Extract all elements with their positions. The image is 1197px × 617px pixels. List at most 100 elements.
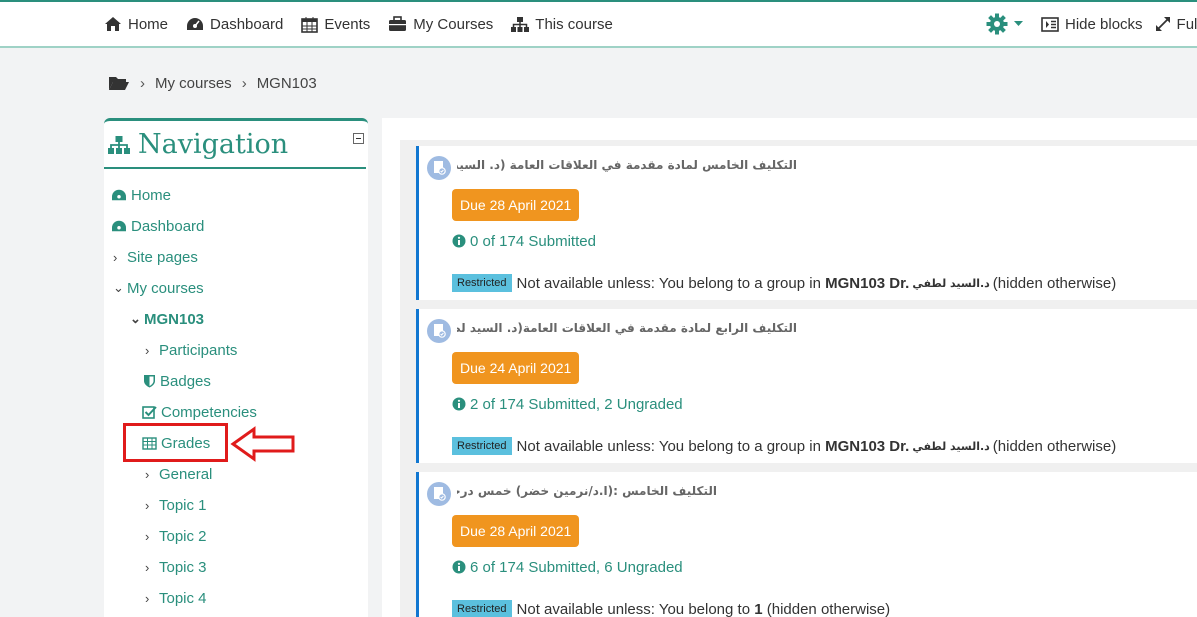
nav-my-courses-link[interactable]: My Courses [388,16,493,33]
restriction-suffix: (hidden otherwise) [766,600,891,617]
nav-item-site-pages[interactable]: › Site pages [113,246,198,268]
nav-item-my-courses[interactable]: ⌄ My courses [113,277,204,299]
nav-item-topic-2[interactable]: › Topic 2 [145,525,207,547]
info-icon [452,560,466,574]
assignment-activity[interactable]: التكليف الرابع لمادة مقدمة في العلاقات ا… [416,309,1197,463]
breadcrumb-course[interactable]: MGN103 [257,75,317,92]
nav-dashboard-link[interactable]: Dashboard [186,16,283,33]
hide-blocks-button[interactable]: Hide blocks [1041,16,1143,33]
breadcrumb-separator-icon: › [140,74,145,92]
home-icon [105,17,121,31]
nav-item-label: General [159,465,213,483]
submission-status-link[interactable]: 2 of 174 Submitted, 2 Ungraded [452,393,683,415]
nav-item-dashboard[interactable]: Dashboard [111,215,204,237]
nav-item-topic-4[interactable]: › Topic 4 [145,587,207,609]
activity-title[interactable]: التكليف الخامس لمادة مقدمة في العلاقات ا… [457,158,797,172]
nav-my-courses-label: My Courses [413,15,494,33]
nav-item-label: Competencies [161,403,257,421]
nav-item-label: My courses [127,279,204,297]
info-icon [452,234,466,248]
nav-dashboard-label: Dashboard [210,15,284,33]
settings-menu-button[interactable] [986,13,1029,35]
chevron-right-icon: › [113,249,118,265]
restriction-group-arabic: د.السيد لطفي [912,276,990,290]
nav-item-label: Topic 3 [159,558,207,576]
nav-item-label: Home [131,186,172,204]
gear-icon [986,13,1008,35]
chevron-right-icon: › [145,466,150,482]
due-date-badge: Due 24 April 2021 [452,352,580,384]
submission-status-text: 0 of 174 Submitted [470,232,596,250]
chevron-right-icon: › [145,559,150,575]
sitemap-icon [511,16,530,32]
nav-item-topic-3[interactable]: › Topic 3 [145,556,207,578]
arrow-left-icon [230,426,295,462]
dashboard-icon [187,18,204,30]
nav-item-label: Topic 4 [159,589,207,607]
hide-blocks-icon [1041,16,1059,32]
dashboard-icon [112,220,126,232]
assignment-activity[interactable]: التكليف الخامس :(ا.د/نرمين خضر) خمس درجا… [416,472,1197,617]
chevron-right-icon: › [145,528,150,544]
nav-item-course[interactable]: ⌄ MGN103 [130,308,204,330]
due-date-badge: Due 28 April 2021 [452,189,580,221]
restriction-info: Restricted Not available unless: You bel… [452,435,1116,457]
nav-item-label: Site pages [127,248,198,266]
restriction-info: Restricted Not available unless: You bel… [452,272,1116,294]
restriction-text: Not available unless: You belong to a gr… [516,274,821,292]
assignment-icon [427,319,451,343]
nav-home-label: Home [128,15,169,33]
nav-home-link[interactable]: Home [104,16,168,33]
collapse-block-button[interactable] [353,133,364,144]
navigation-title-text: Navigation [138,129,289,160]
assignment-activity[interactable]: التكليف الخامس لمادة مقدمة في العلاقات ا… [416,146,1197,300]
nav-item-topic-1[interactable]: › Topic 1 [145,494,207,516]
full-screen-button[interactable]: Full [1155,16,1197,33]
nav-item-label: Badges [160,372,211,390]
restriction-group-arabic: د.السيد لطفي [912,439,990,453]
nav-events-link[interactable]: Events [301,16,370,33]
nav-item-label: Topic 2 [159,527,207,545]
restriction-info: Restricted Not available unless: You bel… [452,598,890,617]
restriction-group: 1 [754,600,763,617]
grades-highlight-box [123,423,228,462]
breadcrumb: › My courses › MGN103 [108,72,317,94]
nav-item-competencies[interactable]: Competencies [142,401,257,423]
activity-title[interactable]: التكليف الرابع لمادة مقدمة في العلاقات ا… [457,321,797,335]
title-divider [104,167,366,169]
breadcrumb-my-courses[interactable]: My courses [155,75,232,92]
navigation-block-title: Navigation [108,129,288,160]
breadcrumb-separator-icon: › [241,74,247,92]
restriction-suffix: (hidden otherwise) [992,437,1117,455]
nav-item-participants[interactable]: › Participants [145,339,237,361]
restricted-badge: Restricted [452,437,512,455]
assignment-icon [427,482,451,506]
nav-item-label: Participants [159,341,238,359]
top-navbar: Home Dashboard Events My Courses This co… [0,0,1197,48]
restriction-text: Not available unless: You belong to a gr… [516,437,821,455]
chevron-right-icon: › [145,497,150,513]
chevron-right-icon: › [145,342,150,358]
chevron-down-icon: ⌄ [113,280,124,295]
nav-events-label: Events [324,15,371,33]
nav-item-label: MGN103 [144,310,205,328]
nav-this-course-link[interactable]: This course [511,16,613,33]
shield-icon [144,375,155,388]
chevron-right-icon: › [145,590,150,606]
nav-item-badges[interactable]: Badges [143,370,211,392]
nav-item-home[interactable]: Home [111,184,171,206]
expand-icon [1155,17,1170,31]
restriction-text: Not available unless: You belong to [516,600,751,617]
activity-title[interactable]: التكليف الخامس :(ا.د/نرمين خضر) خمس درجا… [457,484,717,498]
sitemap-icon [108,135,130,154]
calendar-icon [301,16,319,33]
submission-status-text: 6 of 174 Submitted, 6 Ungraded [470,558,683,576]
submission-status-link[interactable]: 0 of 174 Submitted [452,230,596,252]
nav-item-general[interactable]: › General [145,463,212,485]
submission-status-link[interactable]: 6 of 174 Submitted, 6 Ungraded [452,556,683,578]
restricted-badge: Restricted [452,274,512,292]
folder-open-icon[interactable] [108,75,130,92]
nav-item-label: Topic 1 [159,496,207,514]
assignment-icon [427,156,451,180]
restriction-suffix: (hidden otherwise) [992,274,1117,292]
